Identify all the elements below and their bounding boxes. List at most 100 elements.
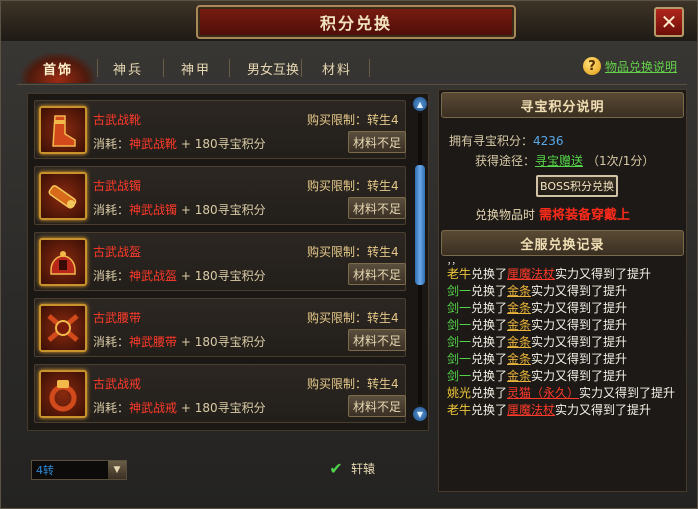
- insufficient-materials-button[interactable]: 材料不足: [348, 395, 406, 417]
- exchange-note-label: 兑换物品时: [475, 208, 536, 222]
- cost-points: + 180寻宝积分: [177, 269, 266, 283]
- item-list-scrollbar[interactable]: ▲ ▼: [412, 97, 428, 422]
- log-entry: 姚光兑换了灵猫（永久）实力又得到了提升: [447, 385, 683, 402]
- cost-points: + 180寻宝积分: [177, 401, 266, 415]
- list-item: 古武战盔 购买限制：转生4 消耗：神武战盔 + 180寻宝积分 材料不足: [34, 232, 406, 291]
- list-item: 古武战戒 购买限制：转生4 消耗：神武战戒 + 180寻宝积分 材料不足: [34, 364, 406, 423]
- log-item-link[interactable]: 灵猫（永久）: [507, 386, 579, 400]
- log-item-link[interactable]: 金条: [507, 369, 531, 383]
- help-link[interactable]: ? 物品兑换说明: [583, 57, 677, 75]
- log-item-link[interactable]: 金条: [507, 352, 531, 366]
- filter-value: 4转: [36, 464, 54, 477]
- item-name: 古武战靴: [93, 113, 142, 127]
- helmet-icon[interactable]: [39, 238, 87, 286]
- rebirth-filter-dropdown[interactable]: 4转 ▼: [31, 460, 127, 480]
- checkmark-icon: ✔: [329, 458, 343, 478]
- log-result: 实力又得到了提升: [555, 403, 652, 417]
- item-limit: 购买限制：转生4: [307, 179, 399, 193]
- item-name: 古武战盔: [93, 245, 142, 259]
- xuanyuan-checkbox[interactable]: ✔ 轩辕: [327, 458, 375, 478]
- log-player-name[interactable]: 老牛: [447, 403, 471, 417]
- item-cost: 消耗：神武腰带 + 180寻宝积分: [93, 333, 266, 350]
- log-player-name[interactable]: 剑一: [447, 369, 471, 383]
- cost-item: 神武战盔: [129, 269, 178, 283]
- log-action: 兑换了: [471, 369, 508, 383]
- cost-prefix: 消耗：: [93, 269, 130, 283]
- title-bar: 积分兑换 ✕: [1, 1, 697, 41]
- log-fragment: ，，: [447, 257, 461, 267]
- tab-weapon[interactable]: 神兵: [99, 53, 157, 83]
- insufficient-materials-button[interactable]: 材料不足: [348, 197, 406, 219]
- chevron-down-icon: ▼: [108, 461, 126, 479]
- log-result: 实力又得到了提升: [555, 267, 652, 281]
- help-link-label: 物品兑换说明: [605, 59, 678, 74]
- item-cost: 消耗：神武战盔 + 180寻宝积分: [93, 267, 266, 284]
- title-plate: 积分兑换: [196, 5, 516, 39]
- cost-item: 神武腰带: [129, 335, 178, 349]
- server-exchange-log: ，， 老牛兑换了厘魔法杖实力又得到了提升 剑一兑换了金条实力又得到了提升 剑一兑换了金…: [447, 258, 683, 478]
- log-player-name[interactable]: 剑一: [447, 335, 471, 349]
- list-item: 古武战镯 购买限制：转生4 消耗：神武战镯 + 180寻宝积分 材料不足: [34, 166, 406, 225]
- log-player-name[interactable]: 姚光: [447, 386, 471, 400]
- close-button[interactable]: ✕: [654, 7, 684, 37]
- tab-armor[interactable]: 神甲: [167, 53, 225, 83]
- log-entry: 剑一兑换了金条实力又得到了提升: [447, 334, 683, 351]
- log-action: 兑换了: [471, 267, 508, 281]
- log-item-link[interactable]: 金条: [507, 284, 531, 298]
- cost-item: 神武战靴: [129, 137, 178, 151]
- tab-divider: [163, 59, 164, 77]
- source-row: 获得途径：寻宝赠送 （1次/1分）: [475, 152, 654, 169]
- tab-jewelry[interactable]: 首饰: [21, 53, 95, 83]
- insufficient-materials-button[interactable]: 材料不足: [348, 131, 406, 153]
- log-action: 兑换了: [471, 284, 508, 298]
- scroll-down-icon[interactable]: ▼: [413, 407, 427, 421]
- boss-points-exchange-button[interactable]: BOSS积分兑换: [536, 175, 618, 197]
- item-name: 古武腰带: [93, 311, 142, 325]
- owned-points-label: 拥有寻宝积分：: [449, 134, 534, 148]
- log-item-link[interactable]: 厘魔法杖: [507, 267, 555, 281]
- info-panel: 寻宝积分说明 拥有寻宝积分：4236 获得途径：寻宝赠送 （1次/1分） BOSS…: [438, 89, 687, 492]
- log-item-link[interactable]: 厘魔法杖: [507, 403, 555, 417]
- log-player-name[interactable]: 剑一: [447, 318, 471, 332]
- exchange-note: 兑换物品时 需将装备穿戴上: [475, 204, 630, 223]
- log-entry: 剑一兑换了金条实力又得到了提升: [447, 300, 683, 317]
- log-player-name[interactable]: 老牛: [447, 267, 471, 281]
- belt-icon[interactable]: [39, 304, 87, 352]
- log-item-link[interactable]: 金条: [507, 301, 531, 315]
- close-icon: ✕: [660, 10, 678, 34]
- scroll-up-icon[interactable]: ▲: [413, 97, 427, 111]
- log-result: 实力又得到了提升: [531, 369, 628, 383]
- cost-prefix: 消耗：: [93, 203, 130, 217]
- exchange-window: 积分兑换 ✕ 首饰 神兵 神甲 男女互换 材料 ? 物品兑换说明 古武战靴 购买…: [0, 0, 698, 509]
- cost-prefix: 消耗：: [93, 401, 130, 415]
- tab-divider: [369, 59, 370, 77]
- cost-prefix: 消耗：: [93, 137, 130, 151]
- source-link[interactable]: 寻宝赠送: [535, 154, 583, 168]
- item-limit: 购买限制：转生4: [307, 113, 399, 127]
- log-result: 实力又得到了提升: [579, 386, 676, 400]
- log-item-link[interactable]: 金条: [507, 318, 531, 332]
- item-cost: 消耗：神武战镯 + 180寻宝积分: [93, 201, 266, 218]
- item-cost: 消耗：神武战靴 + 180寻宝积分: [93, 135, 266, 152]
- log-result: 实力又得到了提升: [531, 318, 628, 332]
- insufficient-materials-button[interactable]: 材料不足: [348, 329, 406, 351]
- bracelet-icon[interactable]: [39, 172, 87, 220]
- tab-materials[interactable]: 材料: [303, 53, 371, 83]
- points-info-header: 寻宝积分说明: [441, 92, 684, 118]
- log-action: 兑换了: [471, 352, 508, 366]
- item-name: 古武战镯: [93, 179, 142, 193]
- boots-icon[interactable]: [39, 106, 87, 154]
- log-result: 实力又得到了提升: [531, 284, 628, 298]
- log-entry: 剑一兑换了金条实力又得到了提升: [447, 317, 683, 334]
- log-item-link[interactable]: 金条: [507, 335, 531, 349]
- scroll-thumb[interactable]: [415, 165, 425, 285]
- log-player-name[interactable]: 剑一: [447, 284, 471, 298]
- log-action: 兑换了: [471, 301, 508, 315]
- log-player-name[interactable]: 剑一: [447, 352, 471, 366]
- log-player-name[interactable]: 剑一: [447, 301, 471, 315]
- insufficient-materials-button[interactable]: 材料不足: [348, 263, 406, 285]
- cost-item: 神武战镯: [129, 203, 178, 217]
- log-entry: 剑一兑换了金条实力又得到了提升: [447, 351, 683, 368]
- log-action: 兑换了: [471, 335, 508, 349]
- ring-icon[interactable]: [39, 370, 87, 418]
